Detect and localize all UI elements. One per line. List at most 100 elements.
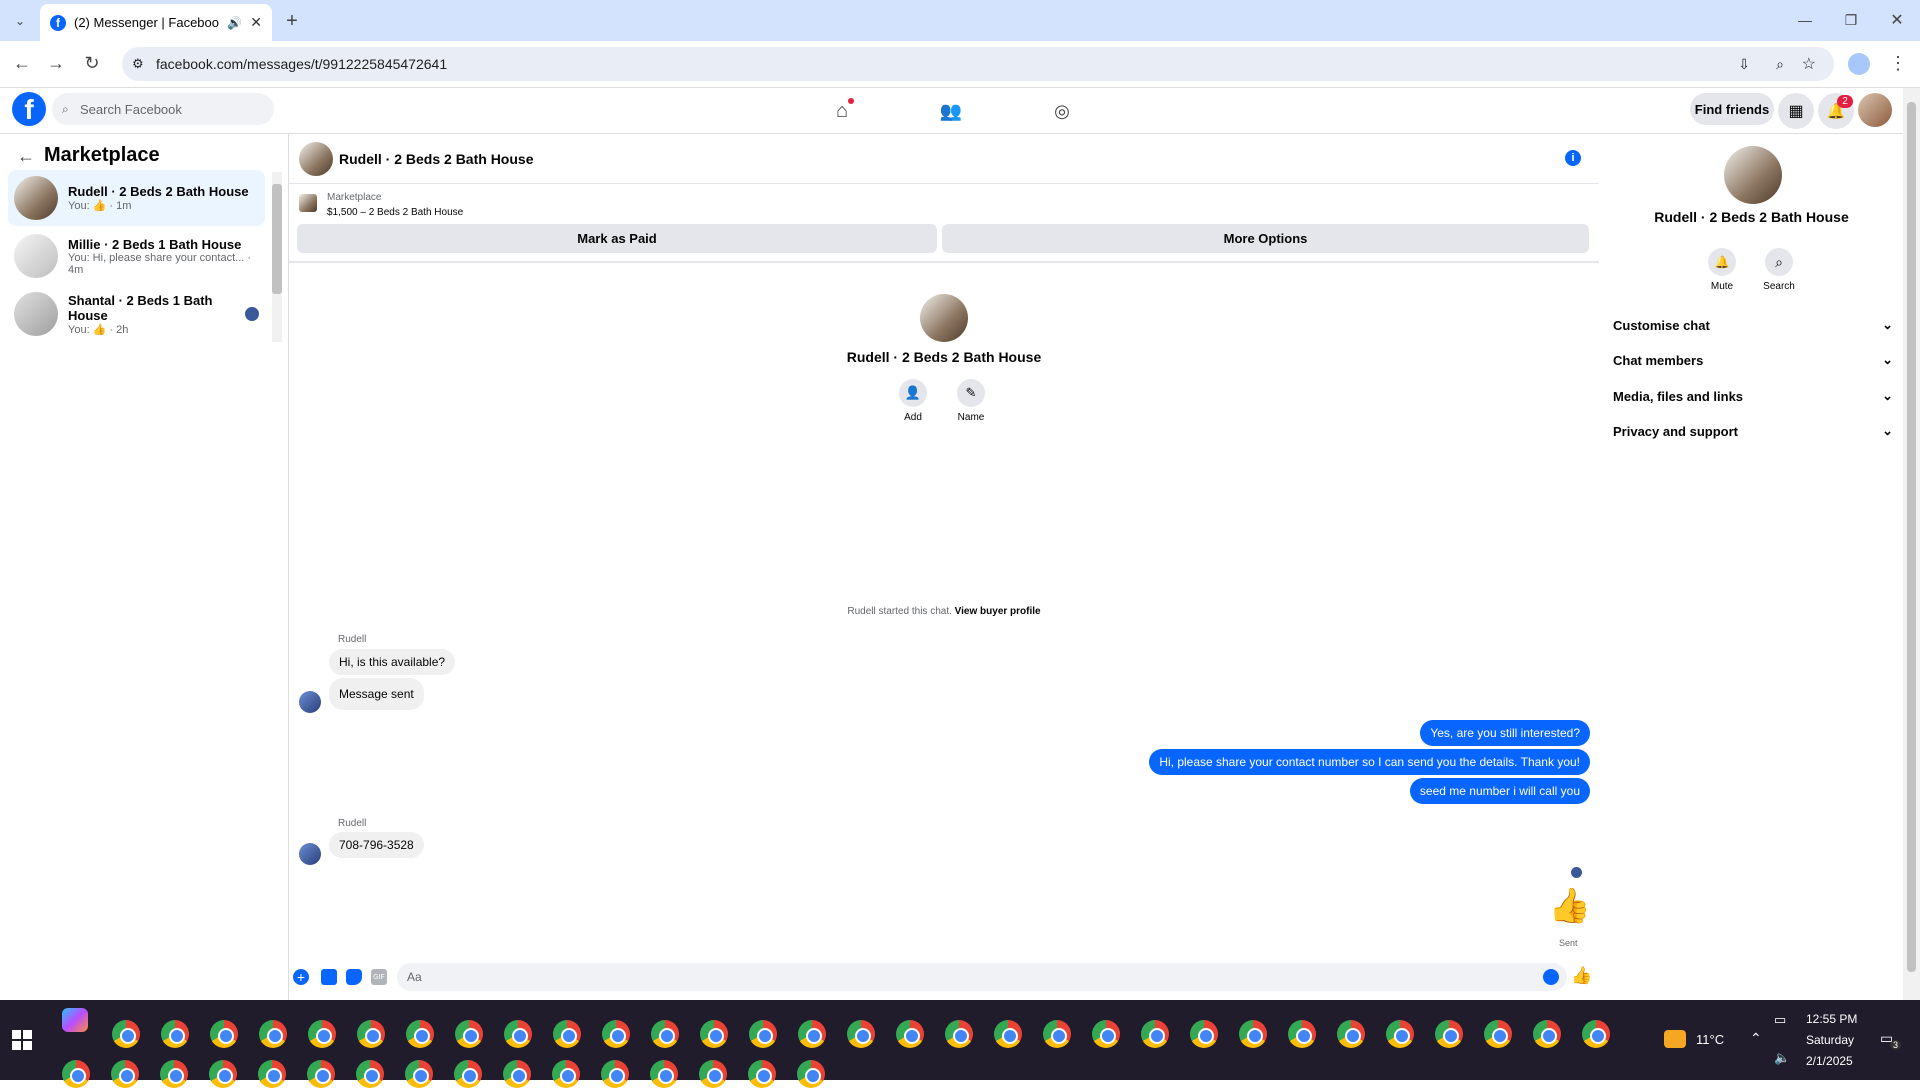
listing-price[interactable]: $1,500 – 2 Beds 2 Bath House bbox=[327, 207, 463, 218]
chat-members-section[interactable]: Chat members ⌄ bbox=[1613, 347, 1893, 373]
chrome-taskbar-icon[interactable] bbox=[896, 1020, 924, 1048]
home-icon[interactable]: ⌂ bbox=[826, 96, 858, 126]
chrome-taskbar-icon[interactable] bbox=[405, 1060, 433, 1088]
gif-icon[interactable]: GIF bbox=[371, 969, 387, 985]
chrome-taskbar-icon[interactable] bbox=[699, 1060, 727, 1088]
back-arrow-icon[interactable]: ← bbox=[14, 144, 38, 168]
view-buyer-profile-link[interactable]: View buyer profile bbox=[955, 606, 1041, 617]
conversation-item[interactable]: Rudell · 2 Beds 2 Bath House You: 👍 · 1m bbox=[8, 170, 265, 226]
menu-grid-icon[interactable]: ▦ bbox=[1778, 93, 1814, 129]
chrome-taskbar-icon[interactable] bbox=[650, 1060, 678, 1088]
copilot-icon[interactable] bbox=[62, 1008, 88, 1032]
conversation-item[interactable]: Shantal · 2 Beds 1 Bath House You: 👍 · 2… bbox=[8, 286, 265, 342]
add-person-icon[interactable]: 👤 bbox=[899, 379, 927, 407]
chrome-taskbar-icon[interactable] bbox=[847, 1020, 875, 1048]
clock-day[interactable]: Saturday bbox=[1806, 1033, 1854, 1047]
chrome-taskbar-icon[interactable] bbox=[454, 1060, 482, 1088]
audio-icon[interactable]: 🔊 bbox=[227, 16, 242, 30]
chrome-taskbar-icon[interactable] bbox=[1484, 1020, 1512, 1048]
photo-icon[interactable] bbox=[321, 969, 337, 985]
chrome-taskbar-icon[interactable] bbox=[1386, 1020, 1414, 1048]
send-like-icon[interactable]: 👍 bbox=[1571, 965, 1593, 987]
info-icon[interactable]: i bbox=[1565, 150, 1581, 166]
more-options-button[interactable]: More Options bbox=[942, 224, 1589, 253]
chrome-taskbar-icon[interactable] bbox=[503, 1060, 531, 1088]
network-icon[interactable]: ▭ bbox=[1774, 1012, 1786, 1028]
back-icon[interactable]: ← bbox=[10, 51, 34, 75]
minimize-icon[interactable]: — bbox=[1790, 8, 1820, 32]
start-icon[interactable] bbox=[12, 1030, 32, 1050]
close-tab-icon[interactable]: ✕ bbox=[250, 14, 262, 31]
chrome-taskbar-icon[interactable] bbox=[1092, 1020, 1120, 1048]
chrome-taskbar-icon[interactable] bbox=[111, 1060, 139, 1088]
incoming-message[interactable]: Hi, is this available? bbox=[329, 649, 456, 675]
browser-menu-icon[interactable]: ⋮ bbox=[1886, 51, 1910, 75]
chrome-taskbar-icon[interactable] bbox=[602, 1020, 630, 1048]
install-icon[interactable]: ⇩ bbox=[1738, 56, 1750, 73]
chrome-taskbar-icon[interactable] bbox=[308, 1020, 336, 1048]
chrome-taskbar-icon[interactable] bbox=[1288, 1020, 1316, 1048]
chrome-taskbar-icon[interactable] bbox=[160, 1060, 188, 1088]
chrome-taskbar-icon[interactable] bbox=[749, 1020, 777, 1048]
incoming-message[interactable]: 708-796-3528 bbox=[329, 832, 424, 858]
emoji-icon[interactable] bbox=[1543, 969, 1559, 985]
account-avatar[interactable] bbox=[1858, 93, 1892, 127]
chrome-taskbar-icon[interactable] bbox=[798, 1020, 826, 1048]
chrome-taskbar-icon[interactable] bbox=[1435, 1020, 1463, 1048]
chrome-taskbar-icon[interactable] bbox=[357, 1020, 385, 1048]
bookmark-star-icon[interactable]: ☆ bbox=[1802, 54, 1816, 74]
chrome-taskbar-icon[interactable] bbox=[552, 1060, 580, 1088]
chrome-taskbar-icon[interactable] bbox=[356, 1060, 384, 1088]
chrome-taskbar-icon[interactable] bbox=[1043, 1020, 1071, 1048]
chrome-taskbar-icon[interactable] bbox=[209, 1060, 237, 1088]
clock-date[interactable]: 2/1/2025 bbox=[1806, 1054, 1853, 1068]
notifications-icon[interactable]: 🔔 2 bbox=[1818, 93, 1854, 129]
close-window-icon[interactable]: ✕ bbox=[1882, 8, 1912, 32]
facebook-logo-icon[interactable]: f bbox=[12, 92, 46, 126]
tray-chevron-icon[interactable]: ⌃ bbox=[1750, 1030, 1762, 1047]
chrome-taskbar-icon[interactable] bbox=[797, 1060, 825, 1088]
chrome-taskbar-icon[interactable] bbox=[1533, 1020, 1561, 1048]
profile-icon[interactable] bbox=[1848, 53, 1870, 75]
volume-icon[interactable]: 🔈 bbox=[1774, 1050, 1790, 1066]
chrome-taskbar-icon[interactable] bbox=[994, 1020, 1022, 1048]
page-scrollbar[interactable] bbox=[1903, 88, 1920, 1000]
chrome-taskbar-icon[interactable] bbox=[1141, 1020, 1169, 1048]
customise-chat-section[interactable]: Customise chat ⌄ bbox=[1613, 312, 1893, 338]
groups-icon[interactable]: ◎ bbox=[1046, 96, 1078, 126]
search-input[interactable]: ⌕ Search Facebook bbox=[52, 93, 274, 125]
restore-icon[interactable]: ❐ bbox=[1836, 8, 1866, 32]
chrome-taskbar-icon[interactable] bbox=[553, 1020, 581, 1048]
weather-icon[interactable] bbox=[1664, 1030, 1686, 1048]
chrome-taskbar-icon[interactable] bbox=[504, 1020, 532, 1048]
mute-icon[interactable]: 🔔 bbox=[1708, 248, 1736, 276]
chrome-taskbar-icon[interactable] bbox=[112, 1020, 140, 1048]
zoom-icon[interactable]: ⌕ bbox=[1776, 56, 1784, 73]
url-field[interactable]: ⚙ facebook.com/messages/t/99122258454726… bbox=[122, 47, 1834, 81]
privacy-support-section[interactable]: Privacy and support ⌄ bbox=[1613, 418, 1893, 444]
chrome-taskbar-icon[interactable] bbox=[161, 1020, 189, 1048]
chrome-taskbar-icon[interactable] bbox=[748, 1060, 776, 1088]
conversation-item[interactable]: Millie · 2 Beds 1 Bath House You: Hi, pl… bbox=[8, 228, 265, 284]
chrome-taskbar-icon[interactable] bbox=[1190, 1020, 1218, 1048]
outgoing-message[interactable]: Hi, please share your contact number so … bbox=[1149, 749, 1590, 775]
media-files-links-section[interactable]: Media, files and links ⌄ bbox=[1613, 383, 1893, 409]
chrome-taskbar-icon[interactable] bbox=[601, 1060, 629, 1088]
incoming-message[interactable]: Message sent bbox=[329, 678, 424, 710]
outgoing-message[interactable]: Yes, are you still interested? bbox=[1420, 720, 1590, 746]
chrome-taskbar-icon[interactable] bbox=[1582, 1020, 1610, 1048]
chrome-taskbar-icon[interactable] bbox=[945, 1020, 973, 1048]
mark-as-paid-button[interactable]: Mark as Paid bbox=[297, 224, 937, 253]
sticker-icon[interactable] bbox=[346, 969, 362, 985]
friends-icon[interactable]: 👥 bbox=[935, 96, 967, 126]
search-in-chat-icon[interactable]: ⌕ bbox=[1765, 248, 1793, 276]
chrome-taskbar-icon[interactable] bbox=[455, 1020, 483, 1048]
outgoing-message[interactable]: seed me number i will call you bbox=[1409, 778, 1590, 804]
chrome-taskbar-icon[interactable] bbox=[1239, 1020, 1267, 1048]
clock-time[interactable]: 12:55 PM bbox=[1806, 1012, 1857, 1026]
weather-temp[interactable]: 11°C bbox=[1696, 1032, 1724, 1047]
chat-header-avatar[interactable] bbox=[299, 142, 333, 176]
edit-name-icon[interactable]: ✎ bbox=[957, 379, 985, 407]
browser-tab[interactable]: f (2) Messenger | Facebook 🔊 ✕ bbox=[40, 4, 272, 41]
chrome-taskbar-icon[interactable] bbox=[210, 1020, 238, 1048]
